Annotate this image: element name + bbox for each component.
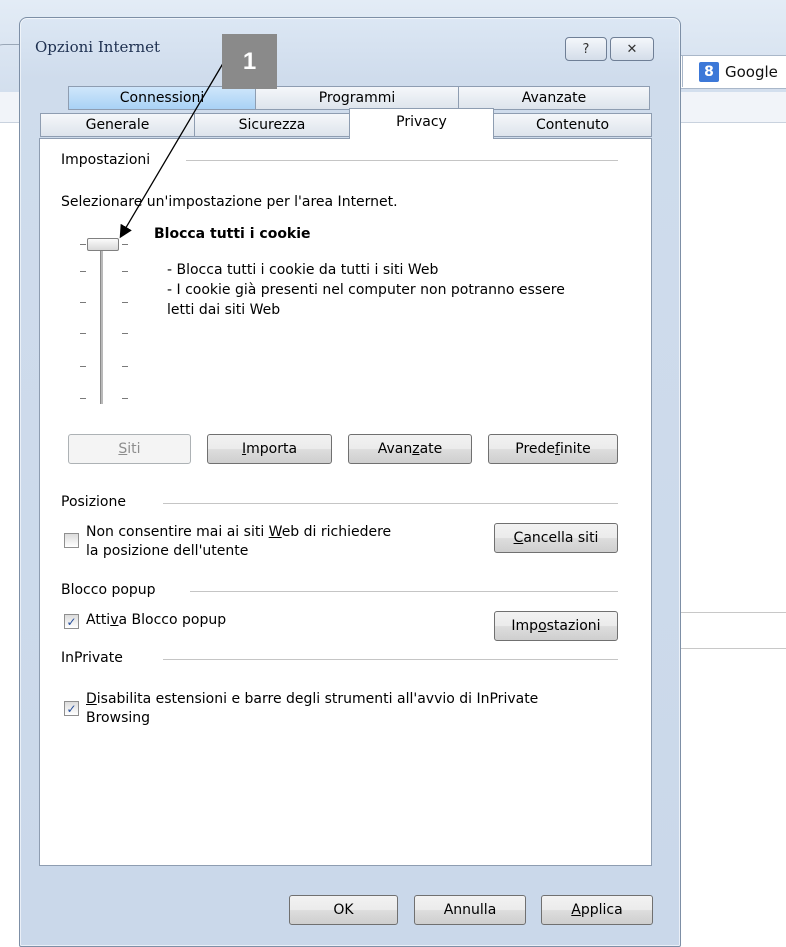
browser-content-line	[672, 648, 786, 649]
privacy-slider-thumb[interactable]	[87, 238, 119, 251]
slider-tick	[80, 302, 86, 303]
zone-prompt: Selezionare un'impostazione per l'area I…	[61, 194, 398, 210]
btn-accesskey: o	[538, 618, 547, 634]
check-icon: ✓	[66, 614, 77, 629]
google-icon: 8	[699, 62, 719, 82]
slider-tick	[80, 366, 86, 367]
ok-button[interactable]: OK	[289, 895, 398, 925]
browser-content-line	[672, 612, 786, 613]
importa-button[interactable]: Importa	[207, 434, 332, 464]
btn-text: inite	[559, 441, 591, 457]
popup-label: Attiva Blocco popup	[86, 612, 226, 628]
btn-accesskey: A	[571, 902, 581, 918]
close-icon: ✕	[626, 41, 638, 57]
label-text: eb di richiedere	[281, 524, 392, 540]
popup-checkbox[interactable]: ✓	[64, 614, 79, 629]
btn-accesskey: C	[513, 530, 524, 546]
predefinite-button[interactable]: Prede f inite	[488, 434, 618, 464]
btn-text: iti	[127, 441, 141, 457]
section-divider	[186, 160, 618, 161]
check-icon: ✓	[66, 701, 77, 716]
tab-avanzate[interactable]: Avanzate	[458, 86, 650, 110]
label-text: Atti	[86, 612, 111, 628]
label-accesskey: v	[110, 612, 119, 628]
cancella-siti-button[interactable]: Cancella siti	[494, 523, 618, 553]
btn-text: Annulla	[443, 902, 497, 918]
posizione-label-2: la posizione dell'utente	[86, 543, 249, 559]
section-impostazioni: Impostazioni	[61, 152, 151, 168]
privacy-level-desc-3: letti dai siti Web	[167, 302, 281, 318]
section-divider	[190, 591, 618, 592]
btn-text: Imp	[511, 618, 539, 634]
section-inprivate: InPrivate	[61, 650, 123, 666]
privacy-panel	[39, 138, 652, 866]
help-button[interactable]: ?	[565, 37, 607, 61]
slider-tick	[122, 333, 128, 334]
privacy-level-desc-2: - I cookie già presenti nel computer non…	[167, 282, 565, 298]
posizione-checkbox[interactable]	[64, 533, 79, 548]
close-button[interactable]: ✕	[610, 37, 654, 61]
dialog-title: Opzioni Internet	[35, 38, 161, 56]
slider-tick	[122, 366, 128, 367]
slider-tick	[122, 244, 128, 245]
avanzate-button[interactable]: Avan z ate	[348, 434, 472, 464]
slider-tick	[122, 302, 128, 303]
label-accesskey: D	[86, 691, 97, 707]
tab-label: Connessioni	[119, 90, 205, 106]
btn-text: pplica	[580, 902, 623, 918]
tab-sicurezza[interactable]: Sicurezza	[194, 113, 350, 137]
section-blocco-popup: Blocco popup	[61, 582, 156, 598]
annulla-button[interactable]: Annulla	[414, 895, 526, 925]
slider-tick	[122, 271, 128, 272]
btn-accesskey: S	[118, 441, 128, 457]
section-posizione: Posizione	[61, 494, 126, 510]
applica-button[interactable]: Applica	[541, 895, 653, 925]
impostazioni-popup-button[interactable]: Imp o stazioni	[494, 611, 618, 641]
siti-button[interactable]: Siti	[68, 434, 191, 464]
search-engine-label: Google	[725, 63, 778, 81]
tab-programmi[interactable]: Programmi	[255, 86, 459, 110]
label-text: isabilita estensioni e barre degli strum…	[96, 691, 539, 707]
browser-search-box[interactable]: 8 Google	[672, 55, 786, 89]
btn-text: mporta	[246, 441, 298, 457]
tab-label: Avanzate	[521, 90, 587, 106]
section-divider	[163, 659, 618, 660]
privacy-slider-track[interactable]	[100, 246, 103, 404]
posizione-label-1: Non consentire mai ai siti Web di richie…	[86, 524, 391, 540]
slider-tick	[80, 271, 86, 272]
slider-tick	[80, 244, 86, 245]
btn-text: OK	[333, 902, 354, 918]
btn-text: ate	[419, 441, 443, 457]
tab-label: Generale	[85, 117, 150, 133]
btn-accesskey: z	[412, 441, 420, 457]
slider-tick	[80, 398, 86, 399]
tab-label: Sicurezza	[238, 117, 306, 133]
btn-text: stazioni	[546, 618, 601, 634]
tab-label: Contenuto	[535, 117, 610, 133]
inprivate-label-1: Disabilita estensioni e barre degli stru…	[86, 691, 538, 707]
btn-text: ancella siti	[523, 530, 599, 546]
tab-contenuto[interactable]: Contenuto	[493, 113, 652, 137]
privacy-level-title: Blocca tutti i cookie	[154, 226, 311, 242]
inprivate-checkbox[interactable]: ✓	[64, 701, 79, 716]
tab-privacy[interactable]: Privacy	[349, 108, 494, 139]
btn-text: Prede	[515, 441, 556, 457]
privacy-level-desc-1: - Blocca tutti i cookie da tutti i siti …	[167, 262, 439, 278]
label-text: a Blocco popup	[118, 612, 227, 628]
label-accesskey: W	[268, 524, 282, 540]
tab-generale[interactable]: Generale	[40, 113, 195, 137]
btn-text: Avan	[377, 441, 413, 457]
inprivate-label-2: Browsing	[86, 710, 151, 726]
tab-label: Programmi	[318, 90, 396, 106]
help-icon: ?	[582, 41, 590, 57]
tab-label: Privacy	[396, 114, 447, 130]
slider-tick	[80, 333, 86, 334]
tab-connessioni[interactable]: Connessioni	[68, 86, 256, 110]
label-text: Non consentire mai ai siti	[86, 524, 269, 540]
slider-tick	[122, 398, 128, 399]
callout-number-badge: 1	[222, 34, 277, 89]
section-divider	[163, 503, 618, 504]
